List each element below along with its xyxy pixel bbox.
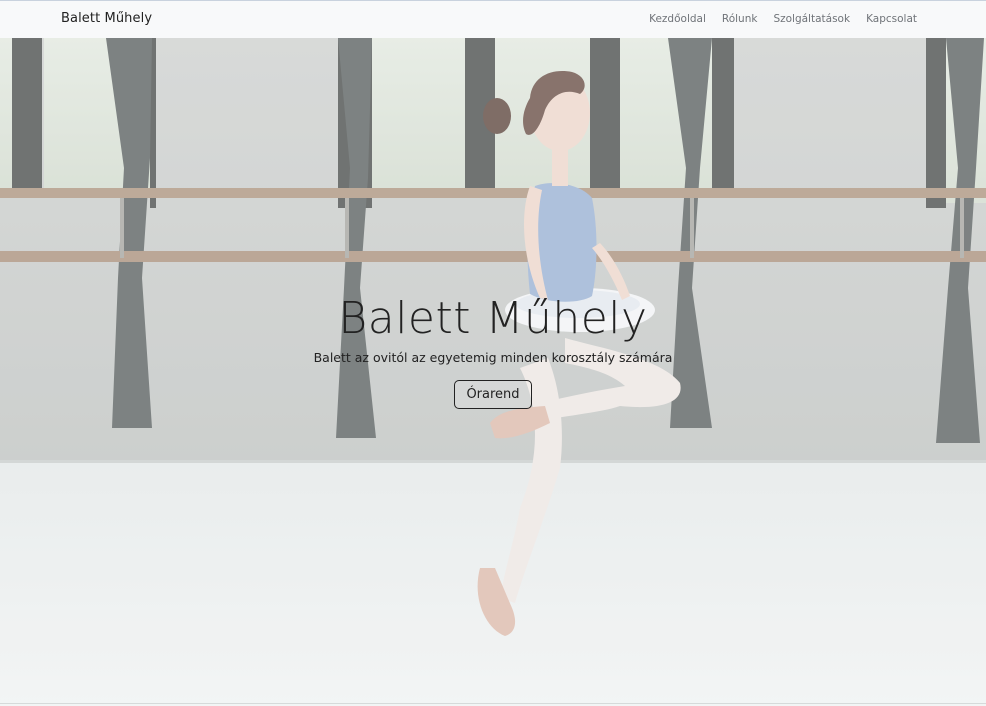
hero-subtitle: Balett az ovitól az egyetemig minden kor…: [313, 350, 673, 365]
nav-link-services[interactable]: Szolgáltatások: [773, 13, 850, 25]
nav-menu: Kezdőoldal Rólunk Szolgáltatások Kapcsol…: [649, 13, 917, 25]
schedule-button[interactable]: Órarend: [454, 380, 532, 409]
brand-logo[interactable]: Balett Műhely: [61, 11, 152, 26]
hero-title: Balett Műhely: [338, 293, 648, 344]
hero-section: Balett Műhely Balett az ovitól az egyete…: [0, 38, 986, 706]
nav-link-home[interactable]: Kezdőoldal: [649, 13, 706, 25]
hero-content: Balett Műhely Balett az ovitól az egyete…: [0, 294, 986, 409]
nav-link-contact[interactable]: Kapcsolat: [866, 13, 917, 25]
navbar: Balett Műhely Kezdőoldal Rólunk Szolgált…: [0, 0, 986, 38]
nav-link-about[interactable]: Rólunk: [722, 13, 758, 25]
page-divider: [0, 703, 986, 704]
